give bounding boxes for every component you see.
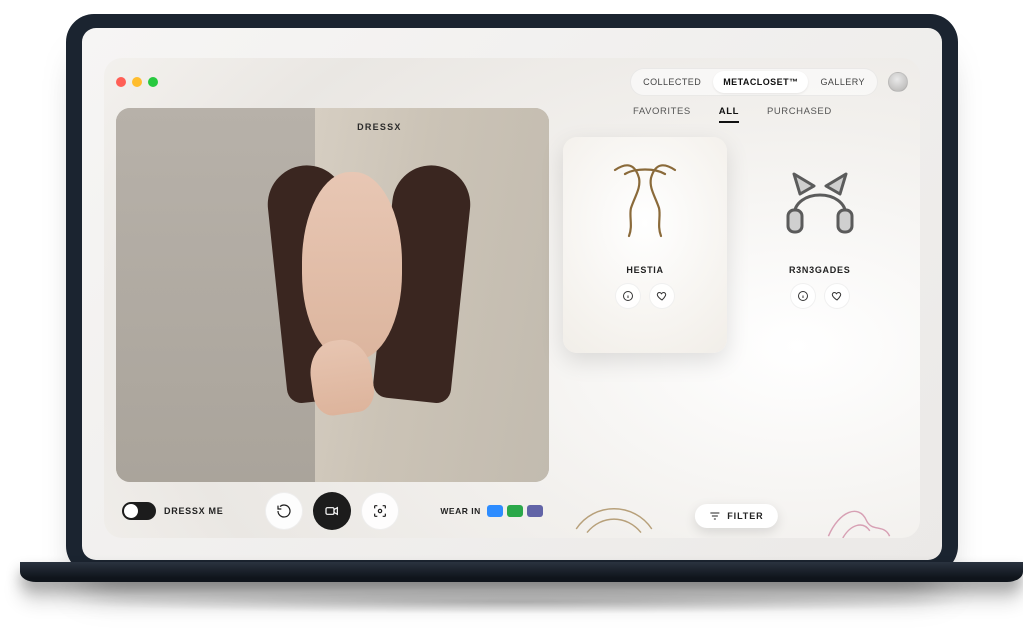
google-meet-icon[interactable] [507,505,523,517]
window-controls [116,77,158,87]
camera-pane: DRESSX DRESSX ME [104,98,553,538]
wear-in-label: WEAR IN [440,506,480,516]
minimize-window-button[interactable] [132,77,142,87]
close-window-button[interactable] [116,77,126,87]
tab-favorites[interactable]: FAVORITES [633,106,691,123]
wear-in-group: WEAR IN [440,505,542,517]
favorite-button[interactable] [824,283,850,309]
laptop-base [20,562,1023,582]
dressx-me-label: DRESSX ME [164,506,224,516]
product-actions [615,283,675,309]
product-actions [790,283,850,309]
app-window: COLLECTED METACLOSET™ GALLERY [104,58,920,538]
camera-buttons [265,492,399,530]
main-body: DRESSX DRESSX ME [104,98,920,538]
catalog-tabs: FAVORITES ALL PURCHASED [555,98,910,133]
nav-segmented: COLLECTED METACLOSET™ GALLERY [630,68,878,96]
capture-icon [372,503,388,519]
titlebar: COLLECTED METACLOSET™ GALLERY [104,58,920,102]
nav-item-gallery[interactable]: GALLERY [810,71,875,93]
filter-icon [709,511,721,521]
info-icon [622,290,634,302]
product-peek-icon [814,492,904,538]
top-nav: COLLECTED METACLOSET™ GALLERY [630,68,908,96]
video-icon [324,503,340,519]
dressx-me-toggle[interactable] [122,502,156,520]
nav-item-metacloset[interactable]: METACLOSET™ [713,71,808,93]
favorite-button[interactable] [649,283,675,309]
product-title: HESTIA [626,265,663,275]
timer-icon [276,503,292,519]
teams-icon[interactable] [527,505,543,517]
laptop-frame: COLLECTED METACLOSET™ GALLERY [66,14,958,574]
tab-all[interactable]: ALL [719,106,739,123]
capture-button[interactable] [361,492,399,530]
info-icon [797,290,809,302]
toggle-group: DRESSX ME [122,502,224,520]
camera-controls: DRESSX ME [116,482,549,538]
card-row: HESTIA [555,133,910,353]
timer-button[interactable] [265,492,303,530]
catalog-pane: FAVORITES ALL PURCHASED [553,98,920,538]
video-button[interactable] [313,492,351,530]
nav-item-collected[interactable]: COLLECTED [633,71,711,93]
product-peek-icon [569,492,659,538]
laptop-shadow [60,590,983,614]
product-card-r3n3gades[interactable]: R3N3GADES [737,137,902,353]
liquid-hair-icon [595,147,695,257]
tab-purchased[interactable]: PURCHASED [767,106,832,123]
heart-icon [831,290,843,302]
user-avatar[interactable] [888,72,908,92]
product-card-hestia[interactable]: HESTIA [563,137,728,353]
subject-face [302,172,402,360]
info-button[interactable] [790,283,816,309]
screen: COLLECTED METACLOSET™ GALLERY [82,28,942,560]
filter-label: FILTER [727,511,763,521]
maximize-window-button[interactable] [148,77,158,87]
zoom-icon[interactable] [487,505,503,517]
filter-button[interactable]: FILTER [695,504,777,528]
app-chips [487,505,543,517]
camera-subject [254,138,470,475]
camera-viewport: DRESSX [116,108,549,482]
brand-watermark: DRESSX [357,122,402,132]
cat-ear-headphones-icon [770,147,870,257]
product-title: R3N3GADES [789,265,851,275]
heart-icon [656,290,668,302]
info-button[interactable] [615,283,641,309]
